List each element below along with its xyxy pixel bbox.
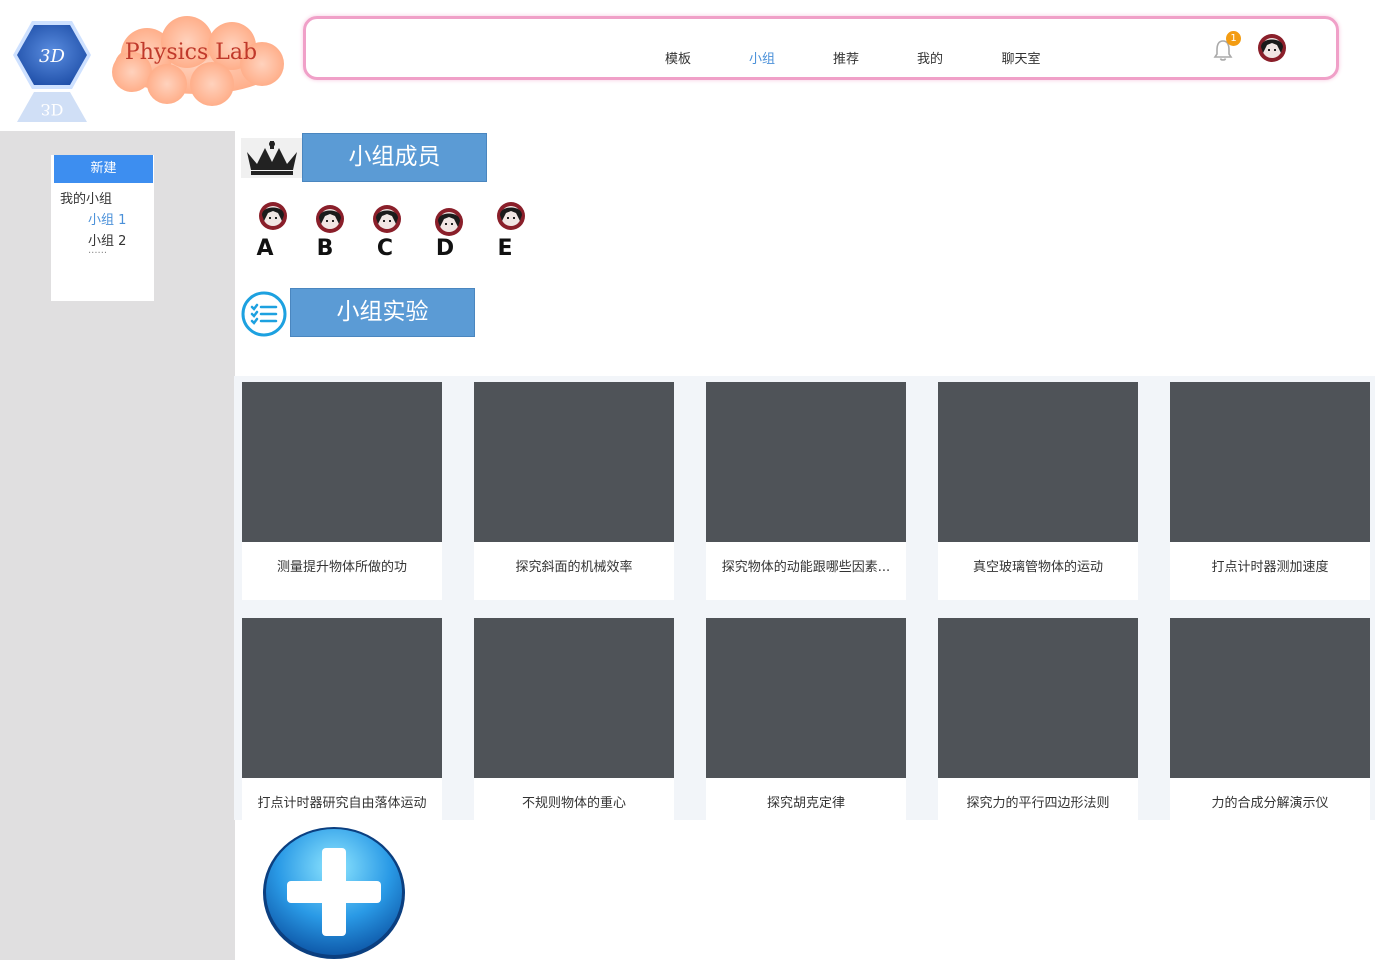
logo-reflection: 3D bbox=[17, 92, 87, 122]
experiment-card[interactable]: 探究斜面的机械效率 bbox=[474, 382, 674, 600]
checklist-icon bbox=[241, 291, 287, 337]
member-name: C bbox=[376, 236, 394, 261]
user-avatar[interactable] bbox=[1257, 33, 1287, 63]
top-nav-bar: 模板 小组 推荐 我的 聊天室 bbox=[303, 16, 1339, 80]
experiment-title: 打点计时器研究自由落体运动 bbox=[257, 796, 427, 811]
experiment-title: 探究斜面的机械效率 bbox=[515, 560, 633, 575]
brand-name[interactable]: Physics Lab bbox=[102, 40, 280, 65]
experiment-thumbnail bbox=[938, 618, 1138, 778]
members-section-title: 小组成员 bbox=[302, 133, 487, 182]
experiment-card[interactable]: 探究胡克定律 bbox=[706, 618, 906, 836]
experiment-title: 打点计时器测加速度 bbox=[1211, 560, 1329, 575]
svg-text:3D: 3D bbox=[40, 100, 63, 119]
experiment-card[interactable]: 不规则物体的重心 bbox=[474, 618, 674, 836]
experiment-title: 力的合成分解演示仪 bbox=[1211, 796, 1329, 811]
member-avatar[interactable] bbox=[434, 207, 464, 237]
experiment-card[interactable]: 真空玻璃管物体的运动 bbox=[938, 382, 1138, 600]
nav-item-chatroom[interactable]: 聊天室 bbox=[991, 48, 1051, 67]
member-name: E bbox=[497, 236, 513, 261]
sidebar-more[interactable]: ...... bbox=[88, 245, 107, 256]
experiment-thumbnail bbox=[474, 618, 674, 778]
experiment-thumbnail bbox=[1170, 618, 1370, 778]
member-name: B bbox=[316, 236, 334, 261]
nav-item-mine[interactable]: 我的 bbox=[900, 48, 960, 67]
experiment-card[interactable]: 力的合成分解演示仪 bbox=[1170, 618, 1370, 836]
member-name: D bbox=[435, 236, 455, 261]
nav-item-templates[interactable]: 模板 bbox=[648, 48, 708, 67]
experiment-card[interactable]: 探究力的平行四边形法则 bbox=[938, 618, 1138, 836]
my-groups-label: 我的小组 bbox=[60, 192, 113, 207]
experiments-section-title: 小组实验 bbox=[290, 288, 475, 337]
experiment-title: 测量提升物体所做的功 bbox=[276, 560, 407, 575]
experiment-thumbnail bbox=[706, 618, 906, 778]
experiment-card[interactable]: 打点计时器测加速度 bbox=[1170, 382, 1370, 600]
sidebar-item-group-1[interactable]: 小组 1 bbox=[88, 209, 126, 228]
logo-text: 3D bbox=[39, 46, 65, 67]
experiment-card[interactable]: 打点计时器研究自由落体运动 bbox=[242, 618, 442, 836]
experiment-card[interactable]: 测量提升物体所做的功 bbox=[242, 382, 442, 600]
experiment-thumbnail bbox=[474, 382, 674, 542]
experiment-title: 探究胡克定律 bbox=[766, 796, 845, 811]
experiment-thumbnail bbox=[706, 382, 906, 542]
crown-icon bbox=[241, 138, 303, 178]
nav-item-groups[interactable]: 小组 bbox=[732, 48, 792, 67]
add-experiment-button[interactable] bbox=[262, 826, 406, 960]
member-name: A bbox=[256, 236, 274, 261]
new-group-button[interactable]: 新建 bbox=[54, 155, 153, 183]
experiment-title: 探究力的平行四边形法则 bbox=[966, 796, 1110, 811]
notification-badge: 1 bbox=[1226, 31, 1241, 46]
member-avatar[interactable] bbox=[496, 201, 526, 231]
experiment-thumbnail bbox=[1170, 382, 1370, 542]
3d-hexagon-logo[interactable]: 3D bbox=[12, 18, 92, 92]
experiment-thumbnail bbox=[242, 618, 442, 778]
experiment-title: 不规则物体的重心 bbox=[521, 796, 626, 811]
experiment-title: 真空玻璃管物体的运动 bbox=[972, 560, 1103, 575]
member-avatar[interactable] bbox=[315, 204, 345, 234]
member-avatar[interactable] bbox=[258, 201, 288, 231]
member-avatar[interactable] bbox=[372, 204, 402, 234]
experiment-card[interactable]: 探究物体的动能跟哪些因素... bbox=[706, 382, 906, 600]
experiment-thumbnail bbox=[242, 382, 442, 542]
nav-item-recommended[interactable]: 推荐 bbox=[816, 48, 876, 67]
experiment-title: 探究物体的动能跟哪些因素... bbox=[721, 560, 891, 575]
experiment-thumbnail bbox=[938, 382, 1138, 542]
